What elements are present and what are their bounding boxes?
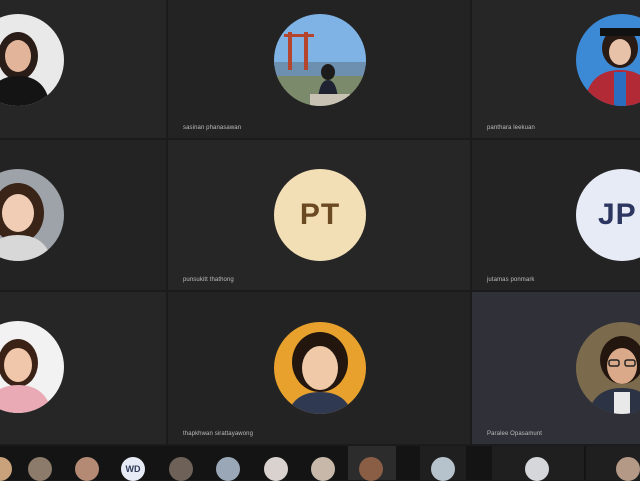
participant-avatar [0,169,64,261]
strip-avatar[interactable] [525,457,549,481]
strip-avatar[interactable] [311,457,335,481]
participant-avatar [274,14,366,106]
strip-avatar-initials: WD [121,457,145,481]
strip-avatar[interactable] [28,457,52,481]
strip-avatar[interactable] [75,457,99,481]
participant-tile-1[interactable] [0,0,166,138]
avatar-initials: JP [576,169,640,261]
participant-tile-7[interactable] [0,292,166,444]
participant-name: punsukitt thathong [183,277,234,283]
strip-avatar[interactable] [616,457,640,481]
avatar-initials: PT [274,169,366,261]
participant-avatar [0,14,64,106]
participant-avatar [576,322,640,414]
participant-name: panthara leekuan [487,125,535,131]
participant-tile-4[interactable] [0,140,166,290]
strip-avatar[interactable] [264,457,288,481]
participant-name: jutamas ponmark [487,277,535,283]
participant-tile-2[interactable]: sasinan phanasawan [168,0,470,138]
participant-tile-5[interactable]: PT punsukitt thathong [168,140,470,290]
strip-avatar[interactable] [216,457,240,481]
participant-avatar [274,322,366,414]
participant-tile-9-active-speaker[interactable]: Paralee Opasamunt [472,292,640,444]
participant-avatar: JP [576,169,640,261]
strip-avatar[interactable]: WD [121,457,145,481]
participant-avatar [0,321,64,413]
participant-name: sasinan phanasawan [183,125,242,131]
participant-name: Paralee Opasamunt [487,431,543,437]
participant-avatar [576,14,640,106]
participant-tile-3[interactable]: panthara leekuan [472,0,640,138]
participant-avatar: PT [274,169,366,261]
participant-tile-8[interactable]: thapkhwan sirattayawong [168,292,470,444]
strip-avatar[interactable] [431,457,455,481]
participant-tile-6[interactable]: JP jutamas ponmark [472,140,640,290]
participant-name: thapkhwan sirattayawong [183,431,254,437]
strip-avatar[interactable] [169,457,193,481]
strip-avatar[interactable] [359,457,383,481]
